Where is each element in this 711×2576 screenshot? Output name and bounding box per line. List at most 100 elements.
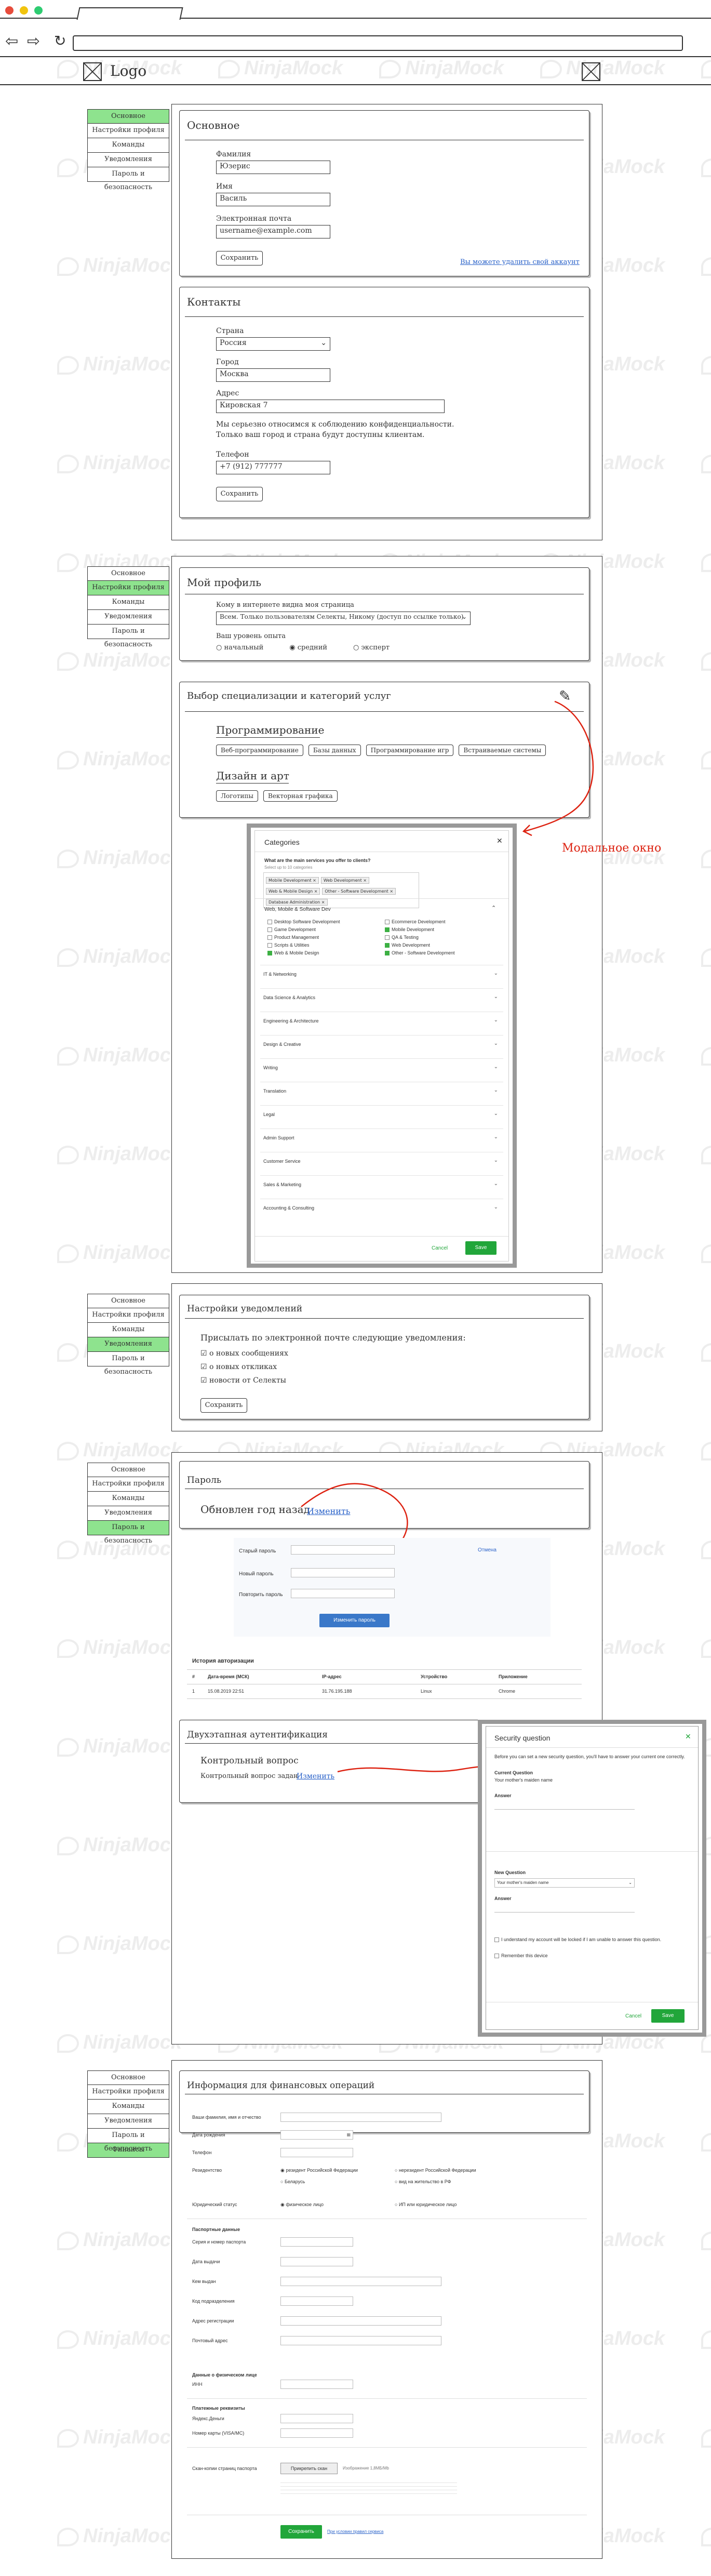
category-row[interactable]: Admin Support ⌄ — [260, 1128, 503, 1148]
passport-input[interactable] — [280, 2257, 353, 2266]
category-row[interactable]: Sales & Marketing ⌄ — [260, 1175, 503, 1195]
sidebar-item[interactable]: Пароль и безопасность — [87, 625, 169, 648]
sidebar-item[interactable]: Команды — [87, 138, 169, 153]
passport-input[interactable] — [280, 2237, 353, 2247]
save-button[interactable]: Save — [465, 1241, 497, 1255]
selected-chip[interactable]: Database Administration × — [266, 899, 328, 906]
birthdate-input[interactable]: ▦ — [280, 2130, 353, 2140]
sidebar-item[interactable]: Основное — [87, 1294, 169, 1308]
sidebar-item[interactable]: Уведомления — [87, 610, 169, 625]
experience-radio[interactable]: ○ начальный — [216, 644, 263, 652]
yandex-input[interactable] — [280, 2414, 353, 2423]
lock-checkbox[interactable]: I understand my account will be locked i… — [494, 1936, 681, 1943]
category-row[interactable]: Data Science & Analytics ⌄ — [260, 988, 503, 1008]
save-button[interactable]: Сохранить — [280, 2525, 322, 2539]
submit-password-button[interactable]: Изменить пароль — [319, 1614, 390, 1627]
category-row[interactable]: IT & Networking ⌄ — [260, 965, 503, 985]
save-button[interactable]: Save — [651, 2009, 685, 2023]
sidebar-item[interactable]: Уведомления — [87, 2114, 169, 2129]
resid-radio[interactable]: ◉ резидент Российской Федерации — [280, 2168, 358, 2173]
phone-input[interactable] — [280, 2148, 353, 2157]
save-button[interactable]: Сохранить — [200, 1398, 247, 1413]
sidebar-item[interactable]: Пароль и безопасность — [87, 167, 169, 191]
sidebar-item[interactable]: Основное — [87, 1463, 169, 1477]
sidebar-item[interactable]: Настройки профиля — [87, 1308, 169, 1323]
passport-input[interactable] — [280, 2336, 441, 2345]
country-select[interactable]: Россия ⌄ — [216, 337, 330, 351]
save-button[interactable]: Сохранить — [216, 487, 263, 501]
answer-input[interactable] — [494, 1800, 635, 1810]
status-radio[interactable]: ○ ИП или юридическое лицо — [395, 2202, 457, 2207]
close-icon[interactable]: ✕ — [685, 1733, 691, 1741]
sidebar-item[interactable]: Пароль и безопасность — [87, 2129, 169, 2153]
change-question-link[interactable]: Изменить — [297, 1772, 334, 1781]
delete-account-link[interactable]: Вы можете удалить свой аккаунт — [460, 258, 580, 266]
email-input[interactable]: username@example.com — [216, 225, 330, 238]
sidebar-item[interactable]: Настройки профиля — [87, 1477, 169, 1492]
category-checkbox[interactable]: Game Development — [267, 927, 382, 935]
terms-link[interactable]: При условии правил сервиса — [327, 2529, 383, 2534]
sidebar-item[interactable]: Основное — [87, 2070, 169, 2085]
chevron-up-icon[interactable]: ⌃ — [491, 905, 496, 911]
cancel-link[interactable]: Отмена — [478, 1547, 497, 1553]
repeat-password-input[interactable] — [291, 1589, 395, 1598]
category-checkbox[interactable]: QA & Testing — [385, 935, 499, 942]
experience-radio[interactable]: ◉ средний — [289, 644, 327, 652]
cancel-button[interactable]: Cancel — [625, 2013, 641, 2019]
category-row[interactable]: Translation ⌄ — [260, 1082, 503, 1101]
minimize-window-icon[interactable] — [20, 6, 28, 15]
selected-chips[interactable]: Mobile Development × Web Development ×Web… — [263, 872, 419, 908]
sidebar-item[interactable]: Настройки профиля — [87, 2085, 169, 2100]
passport-input[interactable] — [280, 2277, 441, 2286]
fullname-input[interactable] — [280, 2113, 441, 2122]
new-password-input[interactable] — [291, 1568, 395, 1577]
category-row[interactable]: Accounting & Consulting ⌄ — [260, 1199, 503, 1218]
resid-radio[interactable]: ○ нерезидент Российской Федерации — [395, 2168, 476, 2173]
close-icon[interactable]: ✕ — [497, 837, 503, 845]
cancel-button[interactable]: Cancel — [432, 1245, 448, 1251]
category-row[interactable]: Engineering & Architecture ⌄ — [260, 1012, 503, 1031]
address-input[interactable]: Кировская 7 — [216, 400, 445, 413]
sidebar-item[interactable]: Уведомления — [87, 1337, 169, 1352]
selected-chip[interactable]: Web & Mobile Design × — [266, 888, 320, 895]
reload-icon[interactable]: ↻ — [54, 32, 66, 49]
experience-radio[interactable]: ○ эксперт — [353, 644, 390, 652]
sidebar-item[interactable]: Основное — [87, 566, 169, 581]
maximize-window-icon[interactable] — [34, 6, 43, 15]
lastname-input[interactable]: Юзерис — [216, 161, 330, 174]
status-radio[interactable]: ◉ физическое лицо — [280, 2202, 324, 2208]
category-row[interactable]: Legal ⌄ — [260, 1105, 503, 1125]
sidebar-item[interactable]: Уведомления — [87, 153, 169, 167]
category-checkbox[interactable]: Ecommerce Development — [385, 919, 499, 927]
resid-radio[interactable]: ○ вид на жительство в РФ — [395, 2179, 451, 2184]
old-password-input[interactable] — [291, 1545, 395, 1555]
sidebar-item[interactable]: Пароль и безопасность — [87, 1352, 169, 1376]
sidebar-item[interactable]: Команды — [87, 1492, 169, 1506]
category-row[interactable]: Customer Service ⌄ — [260, 1152, 503, 1172]
category-checkbox[interactable]: Web Development — [385, 942, 499, 950]
sidebar-item[interactable]: Финансы — [87, 2143, 169, 2158]
inn-input[interactable] — [280, 2380, 353, 2389]
category-checkbox[interactable]: Web & Mobile Design — [267, 950, 382, 958]
visibility-select[interactable]: Всем. Только пользователям Селекты, Нико… — [216, 612, 471, 625]
resid-radio[interactable]: ○ Беларусь — [280, 2179, 305, 2184]
selected-chip[interactable]: Mobile Development × — [266, 877, 319, 884]
sidebar-item[interactable]: Основное — [87, 109, 169, 124]
category-checkbox[interactable]: Mobile Development — [385, 927, 499, 935]
city-input[interactable]: Москва — [216, 368, 330, 382]
category-row[interactable]: Design & Creative ⌄ — [260, 1035, 503, 1055]
firstname-input[interactable]: Василь — [216, 193, 330, 206]
sidebar-item[interactable]: Команды — [87, 595, 169, 610]
category-checkbox[interactable]: Scripts & Utilities — [267, 942, 382, 950]
category-checkbox[interactable]: Desktop Software Development — [267, 919, 382, 927]
avatar[interactable] — [582, 62, 600, 81]
sidebar-item[interactable]: Команды — [87, 1323, 169, 1337]
selected-chip[interactable]: Other - Software Development × — [322, 888, 396, 895]
forward-icon[interactable]: ⇨ — [27, 32, 40, 50]
sidebar-item[interactable]: Настройки профиля — [87, 124, 169, 138]
back-icon[interactable]: ⇦ — [5, 32, 18, 50]
category-checkbox[interactable]: Other - Software Development — [385, 950, 499, 958]
notification-checkbox[interactable]: ☑ новости от Селекты — [200, 1376, 408, 1390]
category-checkbox[interactable]: Product Management — [267, 935, 382, 942]
notification-checkbox[interactable]: ☑ о новых сообщениях — [200, 1349, 408, 1363]
